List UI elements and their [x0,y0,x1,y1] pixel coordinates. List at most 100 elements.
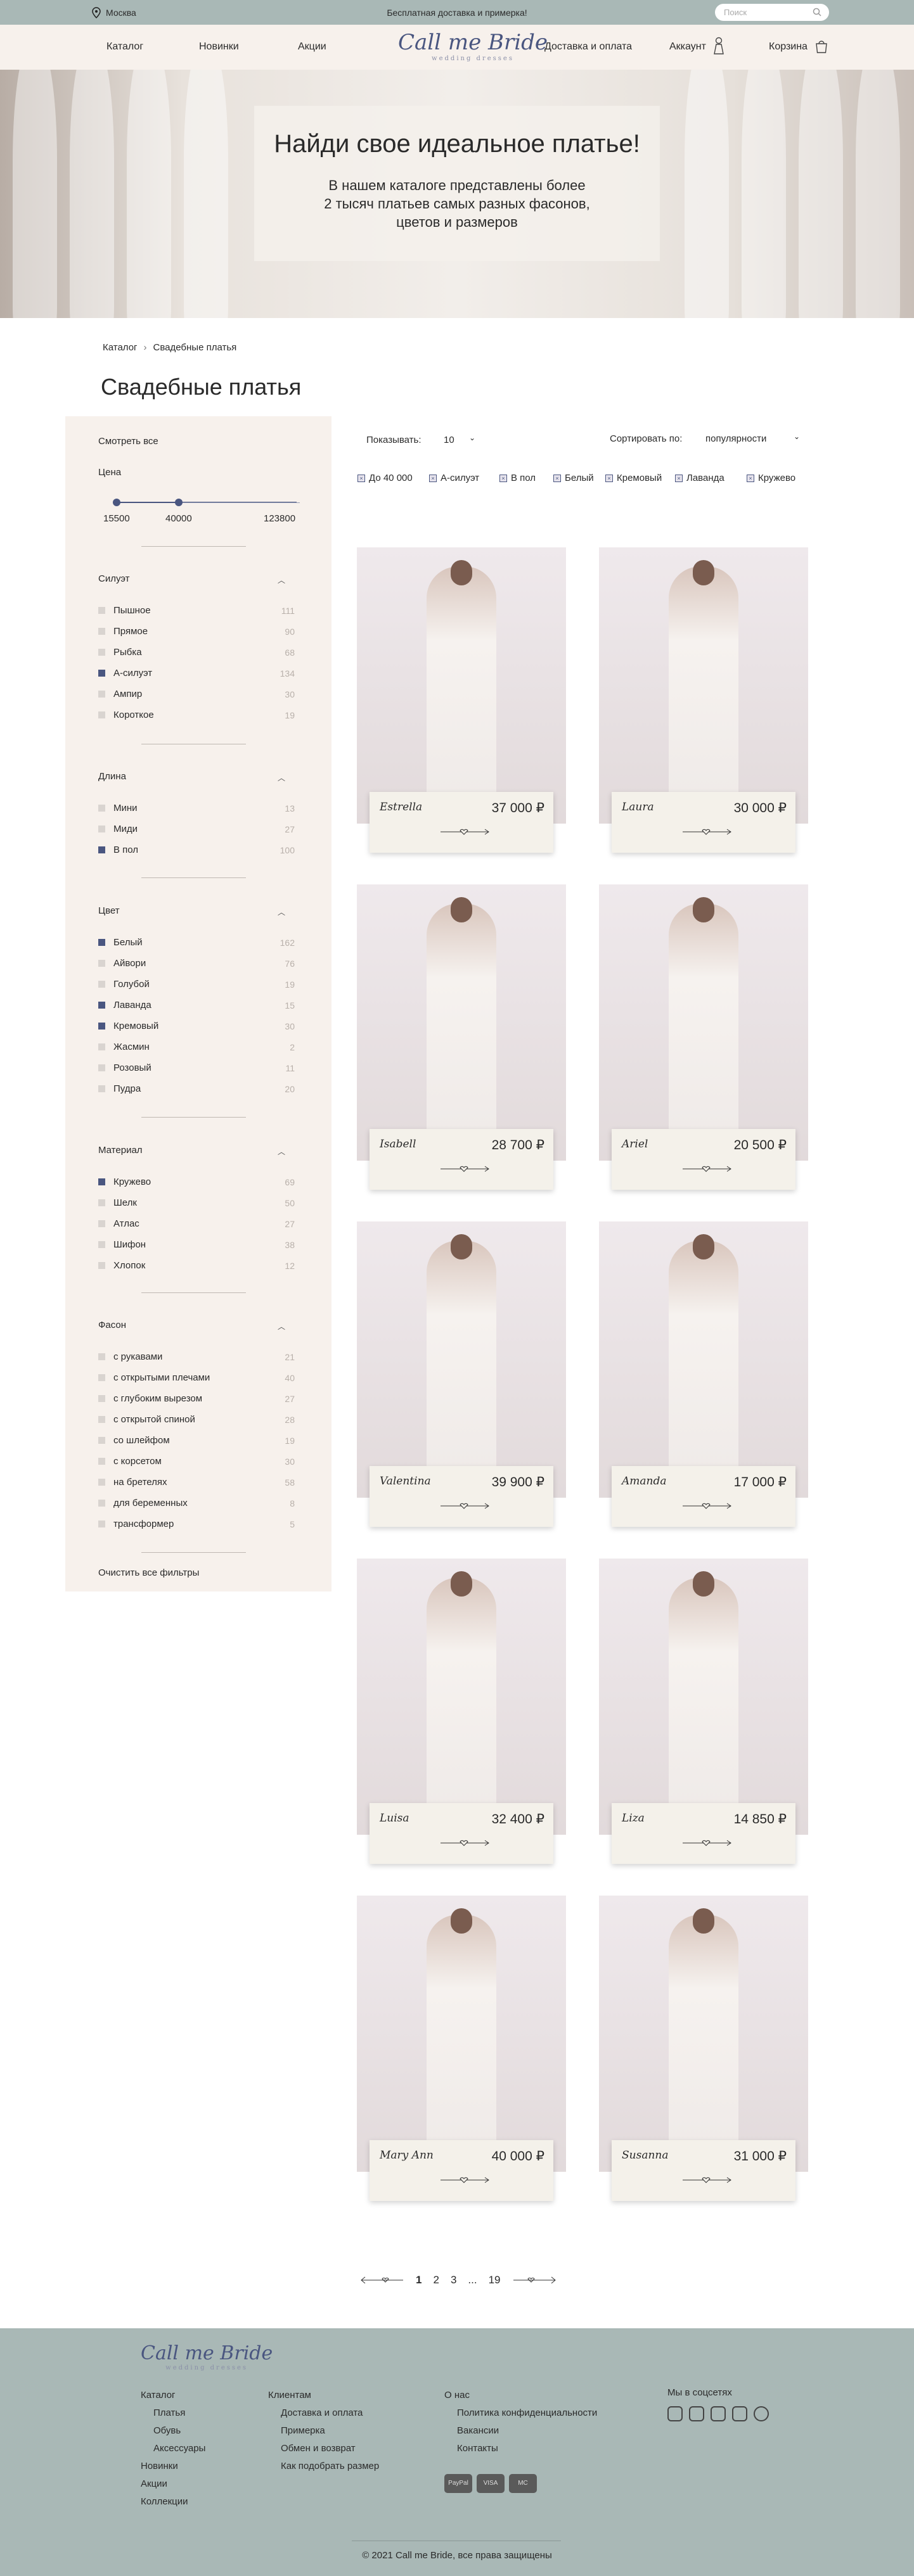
footer-link[interactable]: Коллекции [141,2493,205,2511]
filter-checkbox[interactable] [98,846,105,853]
filter-option[interactable]: Шифон 38 [98,1239,295,1250]
prev-arrow-icon[interactable] [360,2276,404,2285]
footer-link[interactable]: Доставка и оплата [268,2404,379,2422]
product-name[interactable]: Amanda [622,1475,667,1488]
filter-checkbox[interactable] [98,826,105,832]
price-min-handle[interactable] [113,499,120,506]
favorite-heart-icon[interactable] [681,827,732,836]
filter-group-title[interactable]: Силуэт [98,573,130,584]
view-all-link[interactable]: Смотреть все [98,436,158,447]
product-name[interactable]: Lizа [622,1812,645,1825]
filter-option[interactable]: Короткое 19 [98,710,295,720]
filter-option[interactable]: Белый 162 [98,937,295,948]
nav-delivery[interactable]: Доставка и оплата [544,41,632,53]
filter-option[interactable]: со шлейфом 19 [98,1435,295,1446]
filter-checkbox[interactable] [98,960,105,967]
filter-option[interactable]: Рыбка 68 [98,647,295,658]
page-3[interactable]: 3 [451,2274,456,2286]
clear-filters-button[interactable]: Очистить все фильтры [98,1567,199,1578]
product-name[interactable]: Mary Ann [380,2149,434,2162]
cart-icon[interactable] [814,39,828,54]
favorite-heart-icon[interactable] [681,1839,732,1847]
filter-checkbox[interactable] [98,1043,105,1050]
product-card[interactable]: Luisa 32 400 ₽ [357,1559,566,1864]
price-max-handle[interactable] [175,499,183,506]
remove-tag-icon[interactable]: × [747,474,754,482]
filter-checkbox[interactable] [98,1374,105,1381]
filter-group-title[interactable]: Цвет [98,905,120,916]
footer-link[interactable]: Платья [141,2404,205,2422]
active-filter-tag[interactable]: × Белый [553,473,594,483]
filter-option[interactable]: Прямое 90 [98,626,295,637]
filter-option[interactable]: Атлас 27 [98,1218,295,1229]
favorite-heart-icon[interactable] [681,2176,732,2184]
filter-checkbox[interactable] [98,1023,105,1030]
product-image[interactable] [357,547,566,824]
page-19[interactable]: 19 [489,2274,501,2286]
product-name[interactable]: Valentina [380,1475,431,1488]
product-name[interactable]: Laura [622,801,654,813]
active-filter-tag[interactable]: × Кремовый [605,473,662,483]
filter-checkbox[interactable] [98,805,105,812]
product-image[interactable] [357,884,566,1161]
telegram-icon[interactable] [732,2406,747,2421]
filter-checkbox[interactable] [98,1521,105,1527]
search-input[interactable]: Поиск [715,4,829,21]
active-filter-tag[interactable]: × А-силуэт [429,473,479,483]
footer-link[interactable]: Каталог [141,2387,205,2404]
remove-tag-icon[interactable]: × [553,474,561,482]
product-image[interactable] [599,1896,808,2172]
search-icon[interactable] [813,8,821,16]
favorite-heart-icon[interactable] [681,1164,732,1173]
filter-checkbox[interactable] [98,1064,105,1071]
filter-option[interactable]: с открытыми плечами 40 [98,1372,295,1383]
favorite-heart-icon[interactable] [439,1164,490,1173]
filter-option[interactable]: с глубоким вырезом 27 [98,1393,295,1404]
product-image[interactable] [357,1221,566,1498]
product-card[interactable]: Valentina 39 900 ₽ [357,1221,566,1527]
filter-option[interactable]: Хлопок 12 [98,1260,295,1271]
nav-account[interactable]: Аккаунт [669,41,706,53]
filter-option[interactable]: Кружево 69 [98,1176,295,1187]
product-image[interactable] [599,1559,808,1835]
footer-link[interactable]: Обмен и возврат [268,2440,379,2458]
filter-checkbox[interactable] [98,1241,105,1248]
filter-checkbox[interactable] [98,1085,105,1092]
filter-group-title[interactable]: Длина [98,771,126,782]
filter-checkbox[interactable] [98,691,105,698]
product-name[interactable]: Ariel [622,1138,648,1151]
filter-checkbox[interactable] [98,1437,105,1444]
remove-tag-icon[interactable]: × [429,474,437,482]
product-image[interactable] [599,884,808,1161]
remove-tag-icon[interactable]: × [357,474,365,482]
product-card[interactable]: Isabell 28 700 ₽ [357,884,566,1190]
remove-tag-icon[interactable]: × [499,474,507,482]
filter-option[interactable]: Голубой 19 [98,979,295,990]
footer-link[interactable]: Вакансии [444,2422,597,2440]
filter-checkbox[interactable] [98,1416,105,1423]
filter-option[interactable]: Миди 27 [98,824,295,834]
filter-checkbox[interactable] [98,1178,105,1185]
filter-checkbox[interactable] [98,939,105,946]
filter-checkbox[interactable] [98,981,105,988]
remove-tag-icon[interactable]: × [605,474,613,482]
filter-group-title[interactable]: Материал [98,1145,143,1156]
nav-cart[interactable]: Корзина [769,41,808,53]
product-name[interactable]: Estrella [380,801,422,813]
product-name[interactable]: Isabell [380,1138,416,1151]
filter-checkbox[interactable] [98,1002,105,1009]
filter-checkbox[interactable] [98,607,105,614]
footer-link[interactable]: Новинки [141,2458,205,2475]
filter-option[interactable]: Кремовый 30 [98,1021,295,1031]
filter-option[interactable]: Пудра 20 [98,1083,295,1094]
product-card[interactable]: Lizа 14 850 ₽ [599,1559,808,1864]
filter-option[interactable]: Айвори 76 [98,958,295,969]
filter-group-title[interactable]: Фасон [98,1320,126,1330]
filter-checkbox[interactable] [98,649,105,656]
filter-checkbox[interactable] [98,1199,105,1206]
filter-option[interactable]: трансформер 5 [98,1519,295,1529]
product-card[interactable]: Ariel 20 500 ₽ [599,884,808,1190]
footer-link[interactable]: Аксессуары [141,2440,205,2458]
filter-checkbox[interactable] [98,1262,105,1269]
product-card[interactable]: Amanda 17 000 ₽ [599,1221,808,1527]
